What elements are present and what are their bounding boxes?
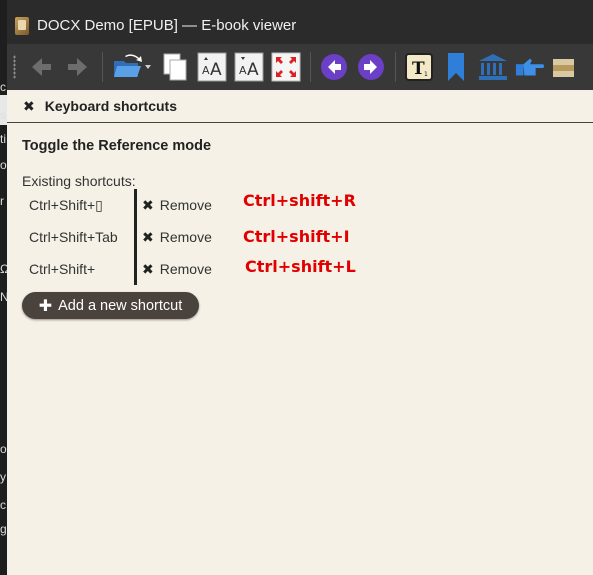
toolbar-separator	[395, 52, 396, 82]
app-book-icon	[15, 16, 29, 35]
remove-label: Remove	[159, 197, 212, 213]
strip-text: ol	[0, 158, 7, 172]
shortcut-list: Ctrl+Shift+▯ ✖ Remove Ctrl+Shift+Tab ✖ R…	[22, 189, 212, 285]
remove-icon: ✖	[142, 260, 154, 277]
shortcut-keys: Ctrl+Shift+Tab	[29, 229, 118, 245]
svg-text:A: A	[239, 64, 247, 77]
strip-text: N	[0, 290, 7, 304]
remove-icon: ✖	[142, 228, 154, 245]
shortcut-annotation: Ctrl+shift+R	[243, 191, 356, 210]
remove-label: Remove	[159, 229, 212, 245]
svg-text:A: A	[202, 64, 210, 77]
forward-icon[interactable]	[63, 52, 93, 82]
strip-text: o,	[0, 442, 7, 456]
shortcut-row: Ctrl+Shift+ ✖ Remove	[22, 253, 212, 285]
strip-text: y	[0, 470, 6, 484]
reference-mode-icon[interactable]: T 1	[404, 52, 434, 82]
plus-icon: ✚	[38, 297, 53, 315]
strip-text: g	[0, 522, 7, 536]
next-page-icon[interactable]	[356, 52, 386, 82]
svg-text:A: A	[210, 60, 222, 80]
shortcut-annotation: Ctrl+shift+L	[245, 257, 356, 276]
books-icon[interactable]	[552, 52, 574, 82]
toolbar-grip-handle[interactable]	[13, 55, 16, 79]
add-shortcut-button[interactable]: ✚ Add a new shortcut	[22, 292, 199, 319]
title-bar: DOCX Demo [EPUB] — E-book viewer	[7, 7, 593, 44]
previous-page-icon[interactable]	[319, 52, 349, 82]
strip-text: r	[0, 194, 4, 208]
shortcut-row: Ctrl+Shift+▯ ✖ Remove	[22, 189, 212, 221]
toolbar-separator	[310, 52, 311, 82]
strip-text: c	[0, 80, 6, 94]
window-title: DOCX Demo [EPUB] — E-book viewer	[37, 17, 297, 34]
strip-text: c	[0, 498, 6, 512]
remove-shortcut-button[interactable]: ✖ Remove	[142, 229, 212, 246]
font-decrease-icon[interactable]: A A	[234, 52, 264, 82]
bookmark-icon[interactable]	[441, 52, 471, 82]
toolbar-separator	[102, 52, 103, 82]
background-window-strip: c s ti ol r Ω N o, y c g	[0, 0, 7, 575]
shortcut-keys: Ctrl+Shift+▯	[29, 196, 103, 213]
library-icon[interactable]	[478, 52, 508, 82]
remove-label: Remove	[159, 261, 212, 277]
toolbar: A A A A T 1	[7, 44, 593, 90]
keyboard-shortcuts-panel: ✖ Keyboard shortcuts Toggle the Referenc…	[7, 90, 593, 575]
svg-text:1: 1	[424, 71, 428, 78]
pointer-hand-icon[interactable]	[515, 52, 545, 82]
remove-icon: ✖	[142, 196, 154, 213]
remove-shortcut-button[interactable]: ✖ Remove	[142, 261, 212, 278]
svg-text:A: A	[247, 60, 259, 80]
shortcut-annotation: Ctrl+shift+I	[243, 227, 350, 246]
action-title: Toggle the Reference mode	[22, 138, 212, 154]
remove-shortcut-button[interactable]: ✖ Remove	[142, 197, 212, 214]
strip-text: Ω	[0, 262, 7, 276]
shortcut-row: Ctrl+Shift+Tab ✖ Remove	[22, 221, 212, 253]
font-increase-icon[interactable]: A A	[197, 52, 227, 82]
close-icon[interactable]: ✖	[23, 98, 35, 115]
back-icon[interactable]	[26, 52, 56, 82]
panel-header: ✖ Keyboard shortcuts	[7, 90, 593, 123]
existing-shortcuts-label: Existing shortcuts:	[22, 173, 136, 189]
strip-text: s	[0, 108, 6, 122]
fullscreen-icon[interactable]	[271, 52, 301, 82]
shortcut-keys: Ctrl+Shift+	[29, 261, 96, 277]
strip-text: ti	[0, 132, 6, 146]
add-shortcut-label: Add a new shortcut	[58, 297, 183, 314]
copy-icon[interactable]	[160, 52, 190, 82]
panel-title: Keyboard shortcuts	[44, 98, 177, 114]
open-book-icon[interactable]	[111, 52, 153, 82]
